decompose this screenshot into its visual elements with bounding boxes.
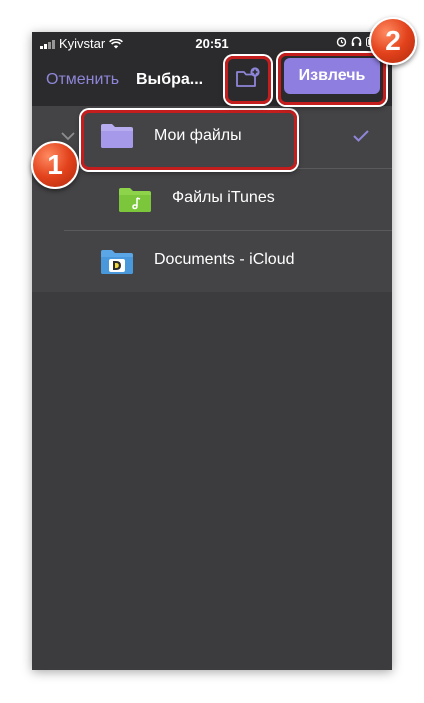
cancel-button[interactable]: Отменить — [46, 71, 119, 89]
highlight-my-files — [81, 110, 297, 170]
documents-app-icon — [101, 250, 133, 274]
highlight-new-folder — [225, 56, 271, 104]
list-item-itunes-files[interactable]: Файлы iTunes — [32, 168, 392, 230]
list-item-documents-icloud[interactable]: Documents - iCloud — [32, 230, 392, 292]
status-bar: Kyivstar 20:51 — [32, 32, 392, 54]
empty-area — [32, 292, 392, 670]
step-badge-2: 2 — [369, 17, 417, 65]
list-item-label: Documents - iCloud — [154, 251, 295, 268]
headphones-icon — [351, 36, 362, 46]
chevron-down-icon — [61, 132, 75, 141]
checkmark-icon — [353, 130, 369, 142]
alarm-icon — [336, 37, 347, 47]
step-badge-1: 1 — [31, 141, 79, 189]
highlight-extract — [278, 53, 386, 105]
nav-title: Выбра... — [136, 71, 204, 88]
list-item-label: Файлы iTunes — [172, 189, 275, 206]
itunes-folder-icon — [119, 188, 151, 212]
